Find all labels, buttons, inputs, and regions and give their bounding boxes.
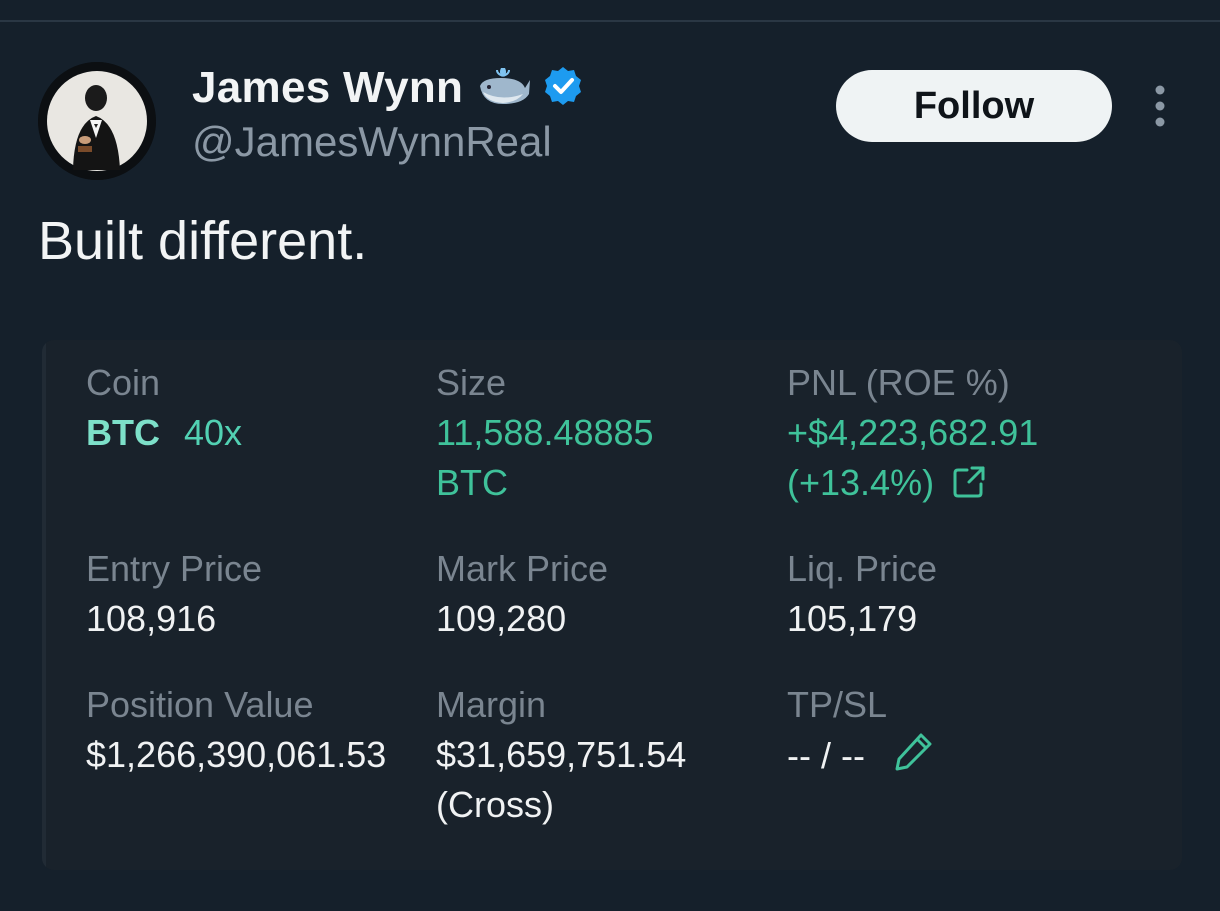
size-label: Size — [436, 362, 507, 403]
liq-price-value: 105,179 — [787, 598, 918, 639]
external-link-icon[interactable] — [952, 462, 986, 512]
card-edge — [42, 340, 46, 870]
top-divider — [0, 20, 1220, 22]
coin-leverage: 40x — [184, 412, 243, 453]
tpsl-label: TP/SL — [787, 684, 888, 725]
avatar[interactable] — [38, 62, 156, 180]
mark-price-label: Mark Price — [436, 548, 609, 589]
margin-field: Margin $31,659,751.54 (Cross) — [436, 680, 686, 830]
size-value: 11,588.48885 — [436, 412, 654, 453]
margin-value: $31,659,751.54 — [436, 734, 687, 775]
coin-label: Coin — [86, 362, 161, 403]
pencil-icon[interactable] — [893, 730, 935, 785]
pnl-roe: (+13.4%) — [787, 462, 935, 503]
position-value-amount: $1,266,390,061.53 — [86, 734, 387, 775]
more-options-icon[interactable] — [1146, 84, 1174, 128]
tpsl-field: TP/SL -- / -- — [787, 680, 935, 785]
pnl-label: PNL (ROE %) — [787, 362, 1010, 403]
whale-emoji-icon — [477, 66, 531, 111]
pnl-field: PNL (ROE %) +$4,223,682.91 (+13.4%) — [787, 358, 1038, 512]
entry-price-field: Entry Price 108,916 — [86, 544, 262, 644]
size-field: Size 11,588.48885 BTC — [436, 358, 654, 508]
author-handle[interactable]: @JamesWynnReal — [192, 118, 552, 166]
liq-price-label: Liq. Price — [787, 548, 938, 589]
display-name[interactable]: James Wynn — [192, 63, 463, 113]
author-name-row: James Wynn — [192, 62, 583, 114]
follow-button[interactable]: Follow — [836, 70, 1112, 142]
liq-price-field: Liq. Price 105,179 — [787, 544, 937, 644]
size-unit: BTC — [436, 462, 508, 503]
mark-price-field: Mark Price 109,280 — [436, 544, 608, 644]
margin-mode: (Cross) — [436, 784, 554, 825]
position-value-label: Position Value — [86, 684, 314, 725]
coin-field: Coin BTC 40x — [86, 358, 242, 458]
position-value-field: Position Value $1,266,390,061.53 — [86, 680, 386, 780]
tpsl-value: -- / -- — [787, 735, 865, 776]
verified-badge-icon — [543, 66, 583, 111]
margin-label: Margin — [436, 684, 547, 725]
pnl-value: +$4,223,682.91 — [787, 412, 1039, 453]
entry-price-value: 108,916 — [86, 598, 217, 639]
mark-price-value: 109,280 — [436, 598, 567, 639]
coin-symbol: BTC — [86, 412, 160, 453]
tweet-text: Built different. — [38, 211, 368, 271]
entry-price-label: Entry Price — [86, 548, 263, 589]
